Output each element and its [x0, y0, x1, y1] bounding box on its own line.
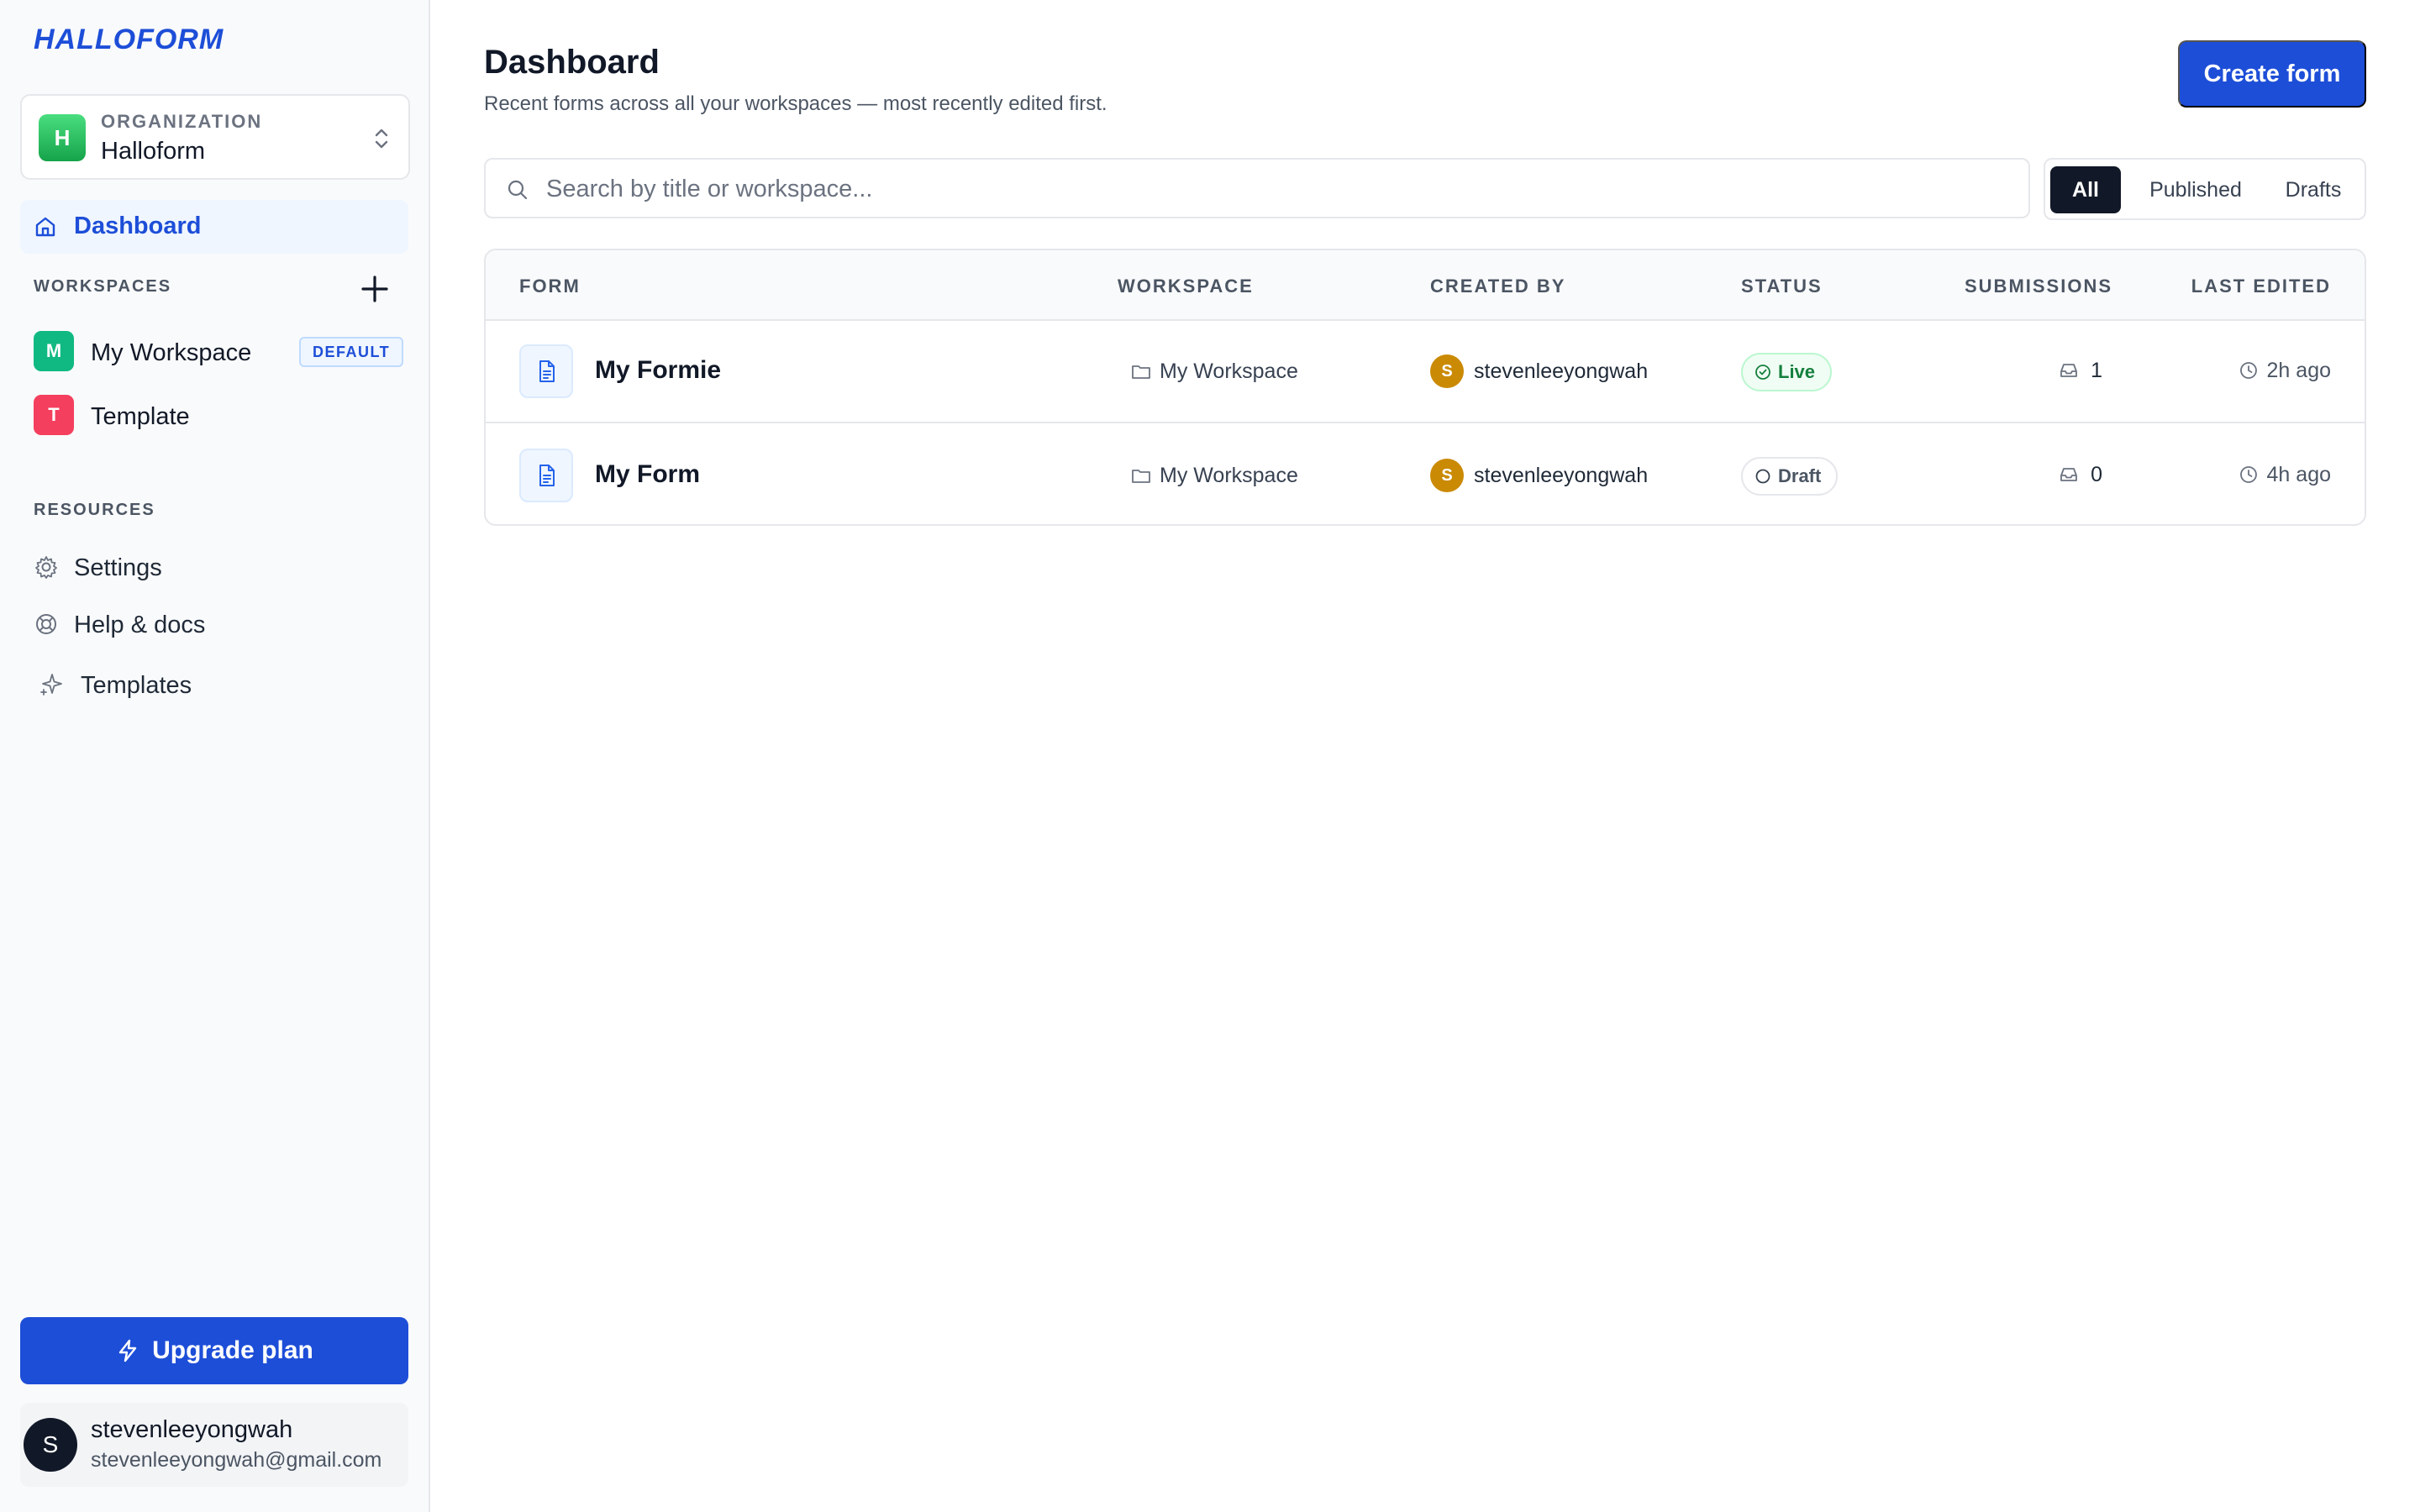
status-label: Draft: [1778, 465, 1822, 486]
status-badge: Draft: [1741, 457, 1839, 496]
search-input[interactable]: [546, 170, 2008, 208]
last-edited-time: 4h ago: [2266, 462, 2331, 486]
column-header-created-by: CREATED BY: [1430, 276, 1566, 297]
circle-icon: [1755, 469, 1770, 484]
workspace-name: My Workspace: [1160, 360, 1298, 383]
document-icon: [519, 344, 573, 398]
nav-dashboard[interactable]: Dashboard: [20, 200, 408, 254]
filter-all-button[interactable]: All: [2050, 166, 2121, 213]
submission-count: 1: [2091, 358, 2102, 382]
workspace-label: Template: [91, 403, 190, 430]
sidebar: HALLOFORM H ORGANIZATION Halloform Dashb…: [0, 0, 430, 1512]
org-name: Halloform: [101, 138, 206, 165]
last-edited-time: 2h ago: [2266, 358, 2331, 382]
sidebar-item-label: Settings: [74, 554, 162, 581]
table-row[interactable]: My Form My Workspace S stevenleeyongwah …: [486, 425, 2365, 524]
inbox-icon: [2060, 468, 2077, 481]
submissions-cell: 0: [2059, 462, 2102, 487]
upgrade-plan-button[interactable]: Upgrade plan: [20, 1317, 408, 1384]
user-name: stevenleeyongwah: [91, 1416, 293, 1443]
last-edited-cell: 4h ago: [2238, 462, 2331, 487]
sidebar-item-label: Templates: [81, 672, 192, 699]
lightning-icon: [118, 1339, 137, 1362]
last-edited-cell: 2h ago: [2238, 358, 2331, 383]
sidebar-item-templates[interactable]: Templates: [34, 664, 403, 706]
column-header-last-edited: LAST EDITED: [2191, 276, 2331, 297]
resources-section-label: RESOURCES: [34, 501, 155, 519]
user-profile-card[interactable]: S stevenleeyongwah stevenleeyongwah@gmai…: [20, 1403, 408, 1487]
submissions-cell: 1: [2059, 358, 2102, 383]
search-bar: [484, 158, 2030, 218]
clock-icon: [2239, 362, 2257, 379]
inbox-icon: [2060, 364, 2077, 377]
chevron-up-down-icon: [375, 129, 388, 149]
workspace-avatar: M: [34, 331, 74, 371]
sidebar-workspace-template[interactable]: T Template: [34, 395, 403, 437]
status-filter-group: All Published Drafts: [2044, 158, 2366, 220]
check-circle-icon: [1755, 365, 1770, 380]
avatar: S: [24, 1418, 77, 1472]
creator-name: stevenleeyongwah: [1474, 464, 1649, 487]
default-badge: DEFAULT: [299, 337, 404, 367]
avatar: S: [1430, 354, 1464, 388]
table-header: FORM WORKSPACE CREATED BY STATUS SUBMISS…: [486, 250, 2365, 321]
workspace-name: My Workspace: [1160, 464, 1298, 487]
page-title: Dashboard: [484, 44, 660, 81]
folder-icon: [1132, 470, 1150, 483]
filter-published-button[interactable]: Published: [2131, 166, 2260, 213]
lifebuoy-icon: [36, 614, 56, 634]
nav-dashboard-label: Dashboard: [74, 213, 202, 239]
create-form-button[interactable]: Create form: [2178, 40, 2366, 108]
gear-icon: [35, 556, 57, 579]
org-avatar: H: [39, 114, 86, 161]
brand-logo[interactable]: HALLOFORM: [34, 24, 224, 56]
workspace-avatar: T: [34, 395, 74, 435]
page-subtitle: Recent forms across all your workspaces …: [484, 92, 1107, 115]
column-header-submissions: SUBMISSIONS: [1965, 276, 2113, 297]
folder-icon: [1132, 365, 1150, 379]
submission-count: 0: [2091, 462, 2102, 486]
search-icon: [508, 180, 528, 200]
document-icon: [519, 449, 573, 502]
form-title[interactable]: My Formie: [595, 356, 721, 385]
home-icon: [35, 217, 55, 237]
sparkle-icon: [40, 674, 62, 696]
workspace-label: My Workspace: [91, 339, 252, 366]
organization-switcher[interactable]: H ORGANIZATION Halloform: [20, 94, 410, 180]
table-row[interactable]: My Formie My Workspace S stevenleeyongwa…: [486, 321, 2365, 423]
workspaces-section-label: WORKSPACES: [34, 277, 172, 296]
user-email: stevenleeyongwah@gmail.com: [91, 1448, 382, 1472]
upgrade-plan-label: Upgrade plan: [152, 1336, 313, 1364]
add-workspace-plus-icon[interactable]: [360, 274, 390, 304]
org-label: ORGANIZATION: [101, 111, 263, 132]
status-badge: Live: [1741, 353, 1833, 391]
column-header-form: FORM: [519, 276, 581, 297]
column-header-workspace: WORKSPACE: [1118, 276, 1254, 297]
avatar: S: [1430, 459, 1464, 492]
sidebar-item-label: Help & docs: [74, 612, 206, 638]
forms-table: FORM WORKSPACE CREATED BY STATUS SUBMISS…: [484, 249, 2366, 526]
form-title[interactable]: My Form: [595, 460, 700, 489]
creator-name: stevenleeyongwah: [1474, 360, 1649, 383]
column-header-status: STATUS: [1741, 276, 1823, 297]
sidebar-workspace-my-workspace[interactable]: M My Workspace DEFAULT: [34, 331, 404, 373]
sidebar-item-settings[interactable]: Settings: [34, 546, 403, 588]
sidebar-item-help-docs[interactable]: Help & docs: [34, 603, 403, 645]
status-label: Live: [1778, 361, 1816, 382]
clock-icon: [2239, 466, 2257, 483]
filter-drafts-button[interactable]: Drafts: [2265, 166, 2361, 213]
